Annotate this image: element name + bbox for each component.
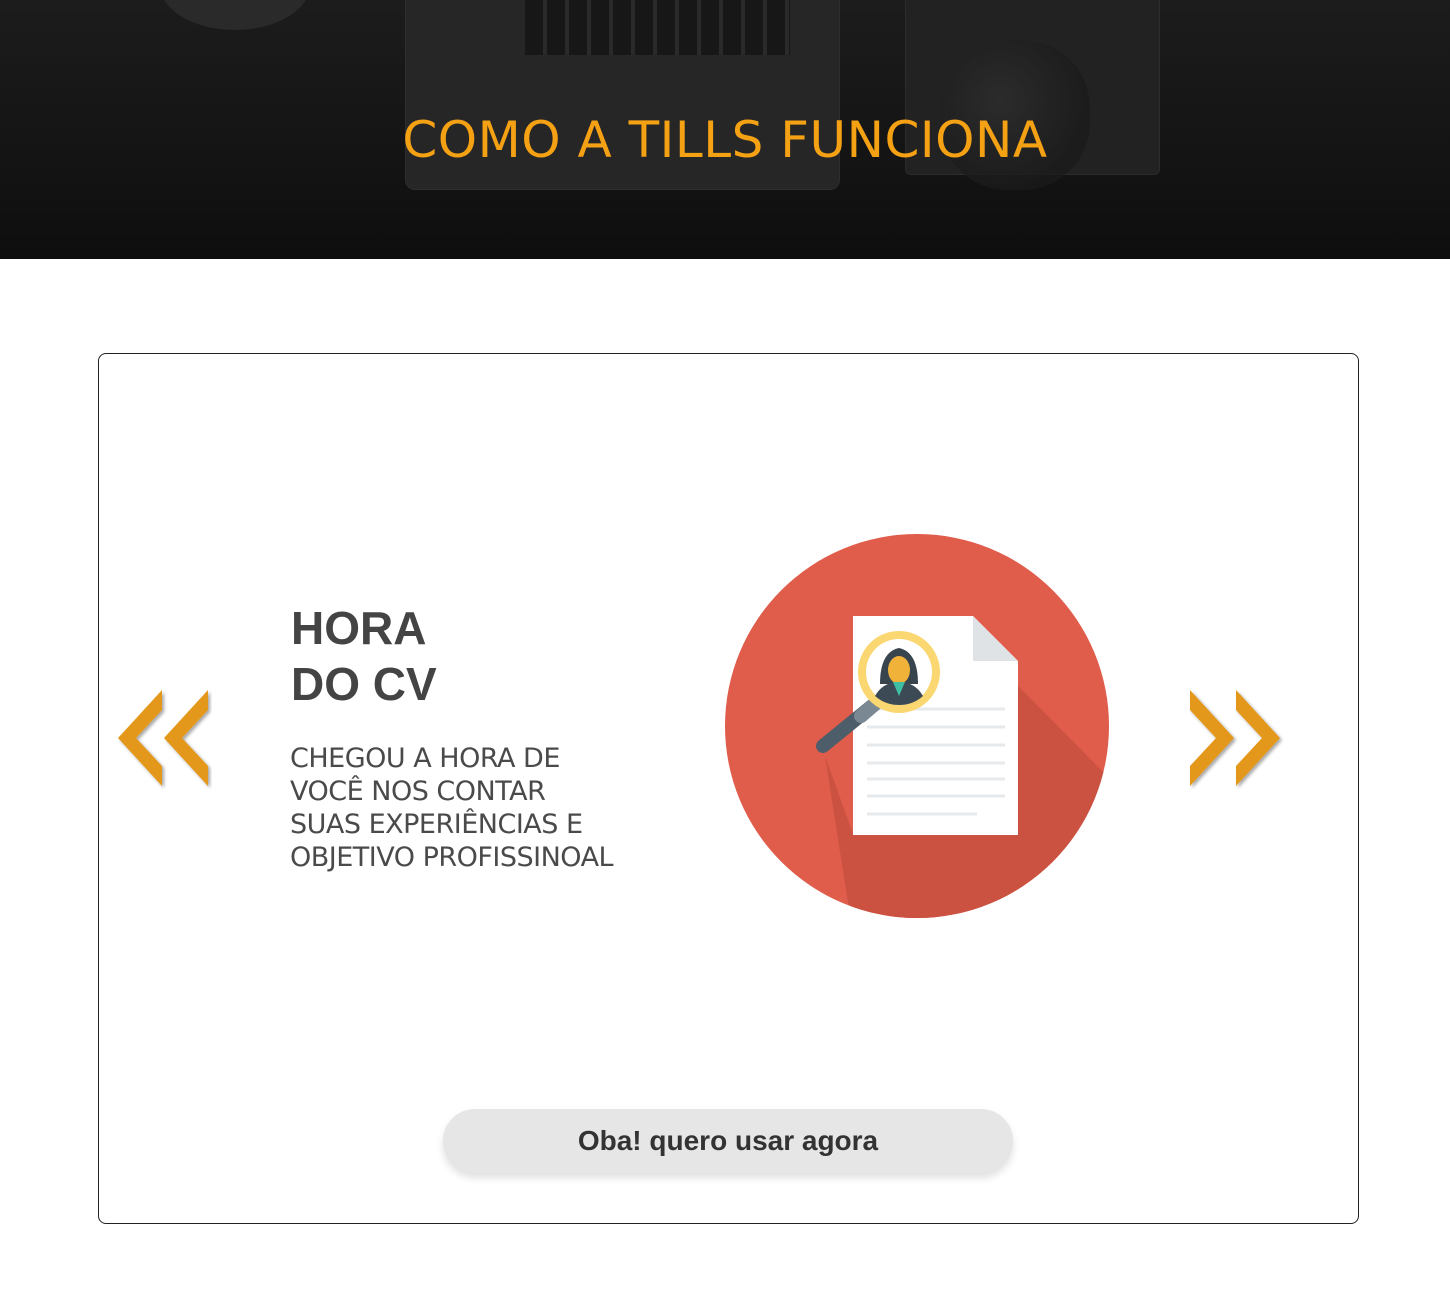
carousel-prev-button[interactable] bbox=[116, 688, 212, 792]
double-chevron-left-icon bbox=[118, 690, 208, 786]
background-decoration bbox=[160, 0, 310, 30]
slide-description-line: CHEGOU A HORA DE bbox=[290, 743, 560, 774]
use-now-button[interactable]: Oba! quero usar agora bbox=[443, 1109, 1013, 1173]
carousel-next-button[interactable] bbox=[1188, 688, 1284, 792]
background-keyboard bbox=[525, 0, 790, 55]
double-chevron-right-icon bbox=[1190, 690, 1280, 786]
slide-title-line: HORA bbox=[291, 602, 427, 654]
cv-search-icon bbox=[725, 534, 1109, 918]
slide-description-line: SUAS EXPERIÊNCIAS E bbox=[290, 809, 583, 840]
slide-description: CHEGOU A HORA DE VOCÊ NOS CONTAR SUAS EX… bbox=[290, 742, 690, 874]
slide-description-line: OBJETIVO PROFISSINOAL bbox=[290, 842, 614, 873]
slide-description-line: VOCÊ NOS CONTAR bbox=[290, 776, 546, 807]
page-title: COMO A TILLS FUNCIONA bbox=[402, 111, 1048, 169]
slide-title-line: DO CV bbox=[291, 658, 437, 710]
hero-banner: COMO A TILLS FUNCIONA bbox=[0, 0, 1450, 259]
slide-title: HORA DO CV bbox=[291, 600, 591, 712]
slide-illustration bbox=[725, 534, 1109, 918]
